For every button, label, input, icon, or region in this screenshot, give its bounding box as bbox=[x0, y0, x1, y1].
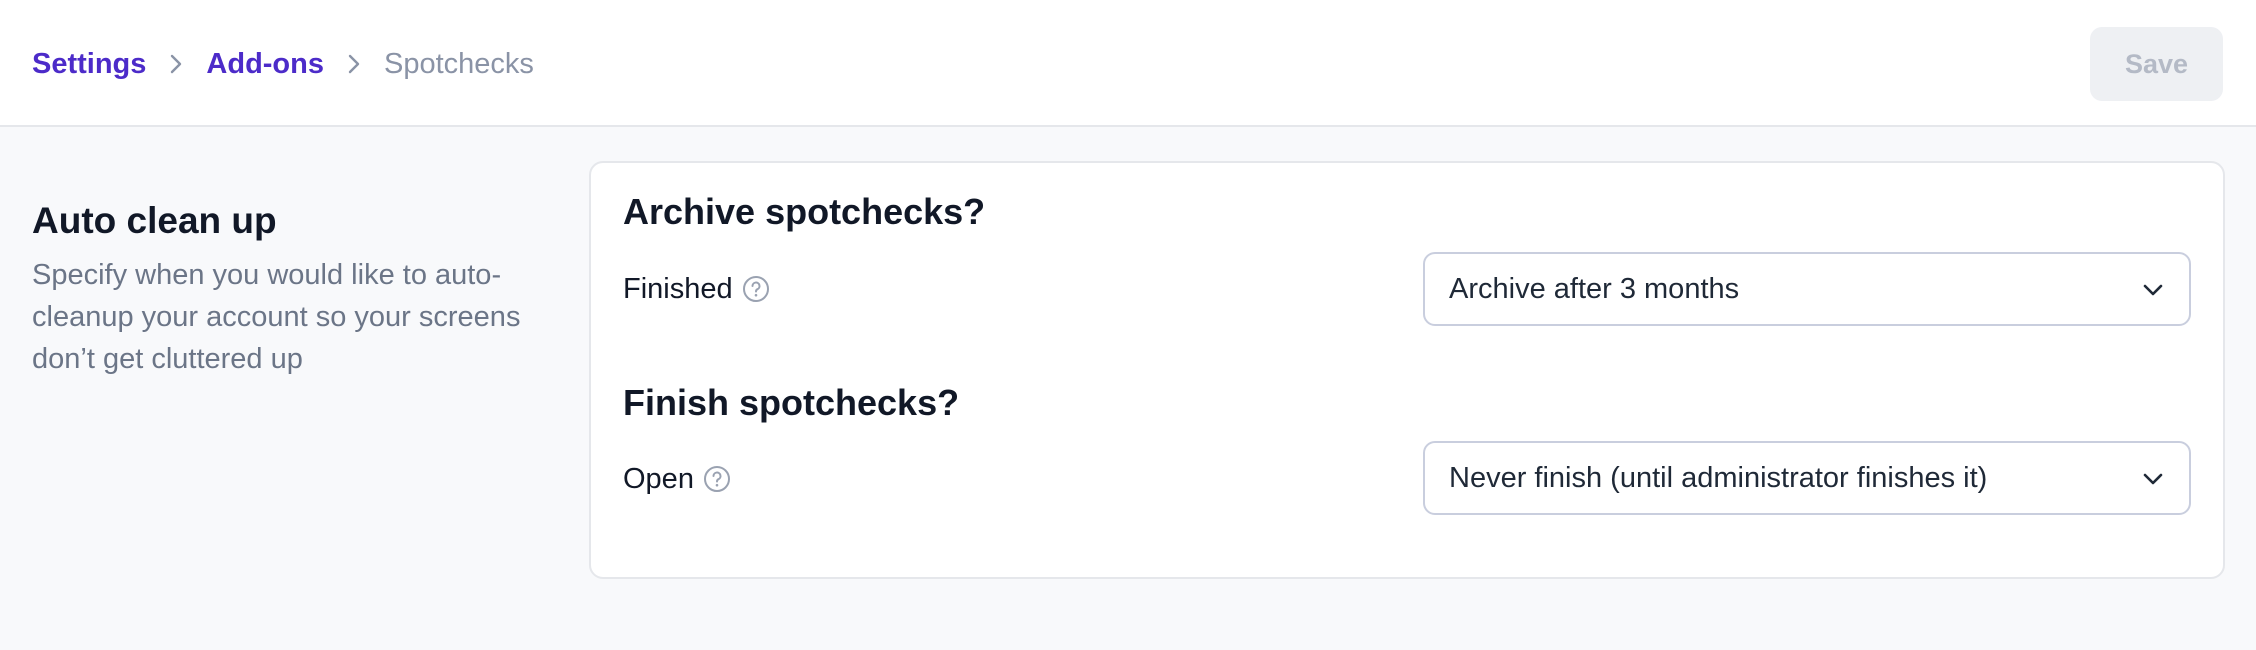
settings-card: Archive spotchecks? Finished Archive aft… bbox=[589, 161, 2225, 579]
finish-policy-select[interactable]: Never finish (until administrator finish… bbox=[1423, 441, 2191, 515]
archive-selected-value: Archive after 3 months bbox=[1449, 272, 1740, 305]
chevron-down-icon bbox=[2139, 465, 2167, 493]
finish-selected-value: Never finish (until administrator finish… bbox=[1449, 461, 1988, 494]
chevron-down-icon bbox=[2139, 276, 2167, 304]
top-bar: Settings Add-ons Spotchecks Save bbox=[0, 0, 2256, 127]
finished-field-label: Finished bbox=[623, 269, 770, 309]
breadcrumb: Settings Add-ons Spotchecks bbox=[32, 44, 534, 84]
open-field-label: Open bbox=[623, 459, 731, 499]
open-label-text: Open bbox=[623, 462, 694, 495]
breadcrumb-current-page: Spotchecks bbox=[384, 47, 534, 80]
save-button[interactable]: Save bbox=[2090, 27, 2223, 101]
section-description: Specify when you would like to auto-clea… bbox=[32, 259, 521, 375]
breadcrumb-settings-link[interactable]: Settings bbox=[32, 48, 146, 81]
section-intro: Auto clean up Specify when you would lik… bbox=[32, 200, 562, 380]
chevron-right-icon bbox=[334, 44, 374, 84]
finished-label-text: Finished bbox=[623, 272, 733, 305]
help-circle-icon[interactable] bbox=[703, 465, 731, 493]
archive-spotchecks-title: Archive spotchecks? bbox=[623, 191, 986, 232]
chevron-right-icon bbox=[156, 44, 196, 84]
archive-after-select[interactable]: Archive after 3 months bbox=[1423, 252, 2191, 326]
section-title: Auto clean up bbox=[32, 200, 277, 241]
breadcrumb-add-ons-link[interactable]: Add-ons bbox=[206, 48, 324, 81]
finish-spotchecks-title: Finish spotchecks? bbox=[623, 382, 960, 423]
help-circle-icon[interactable] bbox=[742, 275, 770, 303]
